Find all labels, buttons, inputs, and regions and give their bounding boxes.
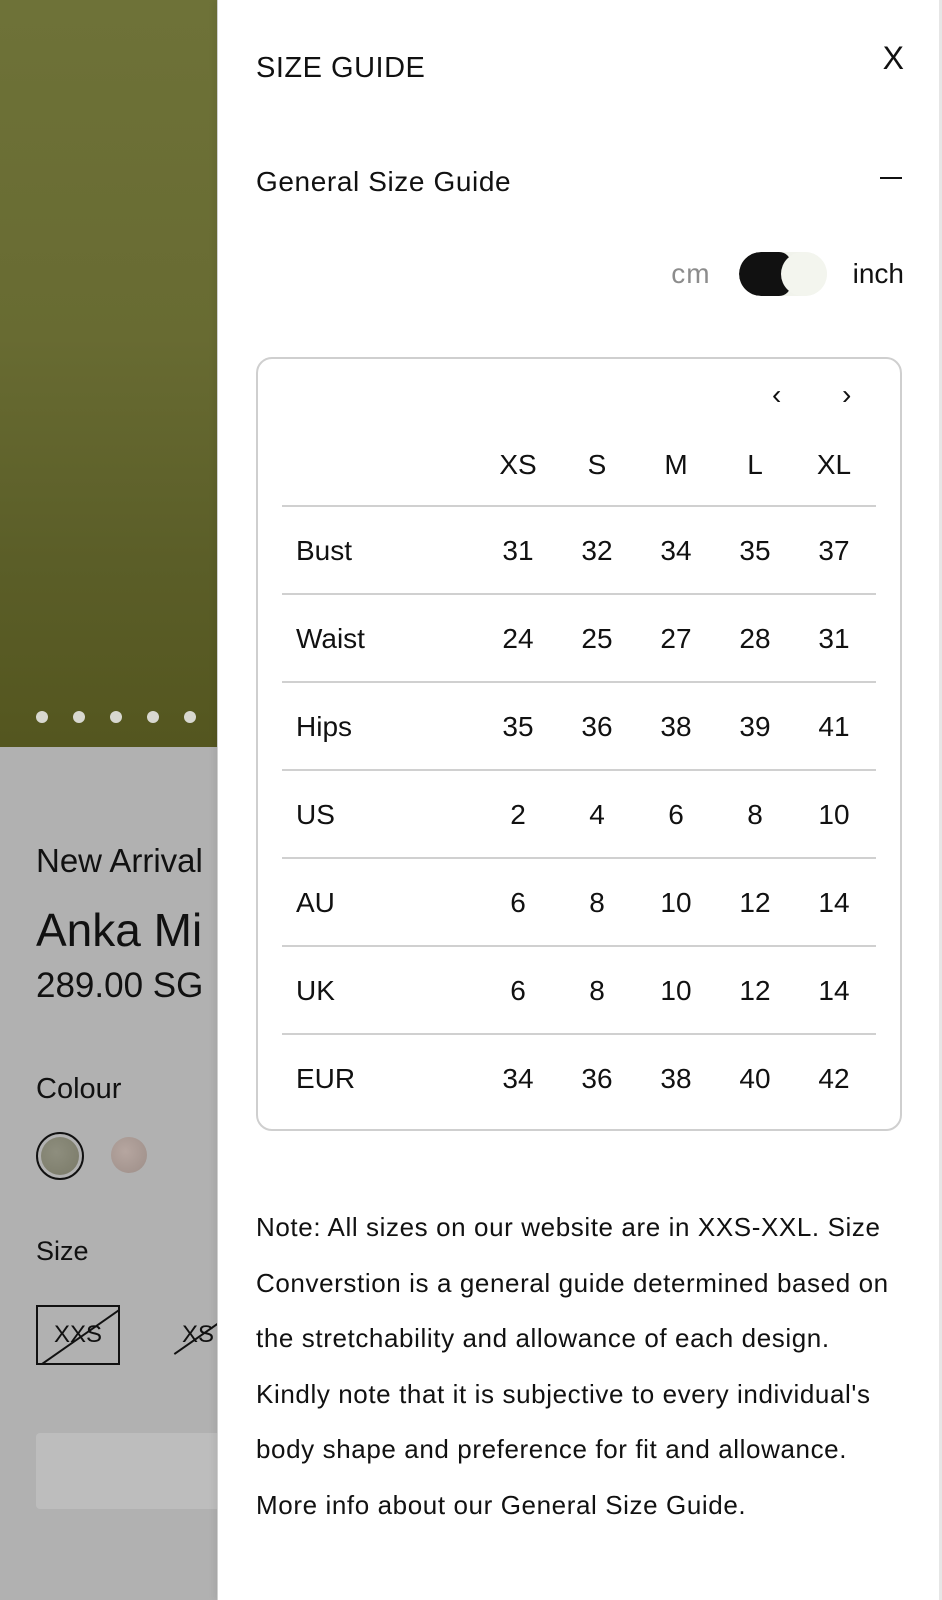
table-cell: 24	[502, 623, 534, 654]
table-cell: 36	[581, 1063, 613, 1094]
table-row: AU 6 8 10 12 14	[282, 857, 876, 945]
table-row: Waist 24 25 27 28 31	[282, 593, 876, 681]
table-cell: 12	[739, 975, 771, 1006]
table-row: US 2 4 6 8 10	[282, 769, 876, 857]
unit-cm-label[interactable]: cm	[671, 258, 710, 290]
table-cell: 25	[581, 623, 613, 654]
product-tag: New Arrival	[36, 842, 203, 879]
table-cell: 8	[747, 799, 763, 830]
close-button[interactable]: X	[883, 42, 904, 74]
table-cell: 10	[660, 887, 692, 918]
carousel-dot[interactable]	[36, 711, 48, 723]
table-cell: 37	[818, 535, 850, 566]
drawer-title: SIZE GUIDE	[256, 52, 426, 84]
unit-toggle[interactable]	[738, 252, 827, 296]
size-option-xxs[interactable]: XXS	[36, 1305, 120, 1365]
column-header: XS	[499, 449, 537, 480]
row-label: US	[296, 799, 335, 830]
table-cell: 39	[739, 711, 771, 742]
table-cell: 32	[581, 535, 613, 566]
chevron-right-icon[interactable]: ›	[842, 381, 851, 409]
toggle-knob	[780, 252, 827, 296]
table-cell: 14	[818, 887, 850, 918]
carousel-dot[interactable]	[73, 711, 85, 723]
table-cell: 4	[589, 799, 605, 830]
carousel-dot[interactable]	[147, 711, 159, 723]
column-header: M	[664, 449, 688, 480]
table-cell: 31	[818, 623, 850, 654]
product-name: Anka Mi	[36, 904, 203, 956]
table-cell: 28	[739, 623, 771, 654]
table-cell: 10	[660, 975, 692, 1006]
row-label: Hips	[296, 711, 353, 742]
unit-inch-label[interactable]: inch	[853, 258, 904, 290]
product-price: 289.00 SG	[36, 966, 204, 1005]
table-row: Bust 31 32 34 35 37	[282, 505, 876, 593]
carousel-dot[interactable]	[110, 711, 122, 723]
section-title[interactable]: General Size Guide	[256, 166, 511, 198]
table-cell: 6	[668, 799, 684, 830]
carousel-dot[interactable]	[184, 711, 196, 723]
size-label: Size	[36, 1236, 89, 1266]
table-cell: 38	[660, 711, 692, 742]
size-table: ‹ › XS S M L XL Bust 31 32 34 35 37 Wais…	[256, 357, 902, 1131]
colour-swatch-selected[interactable]	[36, 1132, 84, 1180]
table-cell: 6	[510, 887, 526, 918]
row-label: UK	[296, 975, 335, 1006]
colour-label: Colour	[36, 1073, 122, 1105]
table-cell: 14	[818, 975, 850, 1006]
table-row: EUR 34 36 38 40 42	[282, 1033, 876, 1121]
row-label: AU	[296, 887, 335, 918]
table-cell: 31	[502, 535, 534, 566]
table-cell: 34	[502, 1063, 534, 1094]
table-cell: 27	[660, 623, 692, 654]
table-cell: 38	[660, 1063, 692, 1094]
carousel-dots	[36, 711, 196, 723]
table-cell: 12	[739, 887, 771, 918]
table-row: UK 6 8 10 12 14	[282, 945, 876, 1033]
table-row: Hips 35 36 38 39 41	[282, 681, 876, 769]
table-cell: 42	[818, 1063, 850, 1094]
chevron-left-icon[interactable]: ‹	[772, 381, 781, 409]
table-cell: 40	[739, 1063, 771, 1094]
unit-switch: cm inch	[671, 252, 904, 296]
table-cell: 6	[510, 975, 526, 1006]
table-cell: 10	[818, 799, 850, 830]
table-cell: 35	[739, 535, 771, 566]
collapse-minus-icon[interactable]	[880, 177, 902, 179]
row-label: Bust	[296, 535, 353, 566]
column-header: S	[587, 449, 607, 480]
table-header: XS S M L XL	[258, 449, 900, 489]
row-label: Waist	[296, 623, 365, 654]
column-header: L	[747, 449, 763, 480]
table-cell: 36	[581, 711, 613, 742]
column-header: XL	[816, 449, 852, 480]
table-cell: 2	[510, 799, 526, 830]
table-cell: 35	[502, 711, 534, 742]
size-note: Note: All sizes on our website are in XX…	[256, 1212, 889, 1520]
table-cell: 34	[660, 535, 692, 566]
size-guide-drawer: SIZE GUIDE X General Size Guide cm inch …	[218, 0, 942, 1600]
table-cell: 41	[818, 711, 850, 742]
colour-swatch[interactable]	[111, 1137, 147, 1173]
table-cell: 8	[589, 887, 605, 918]
table-cell: 8	[589, 975, 605, 1006]
row-label: EUR	[296, 1063, 356, 1094]
